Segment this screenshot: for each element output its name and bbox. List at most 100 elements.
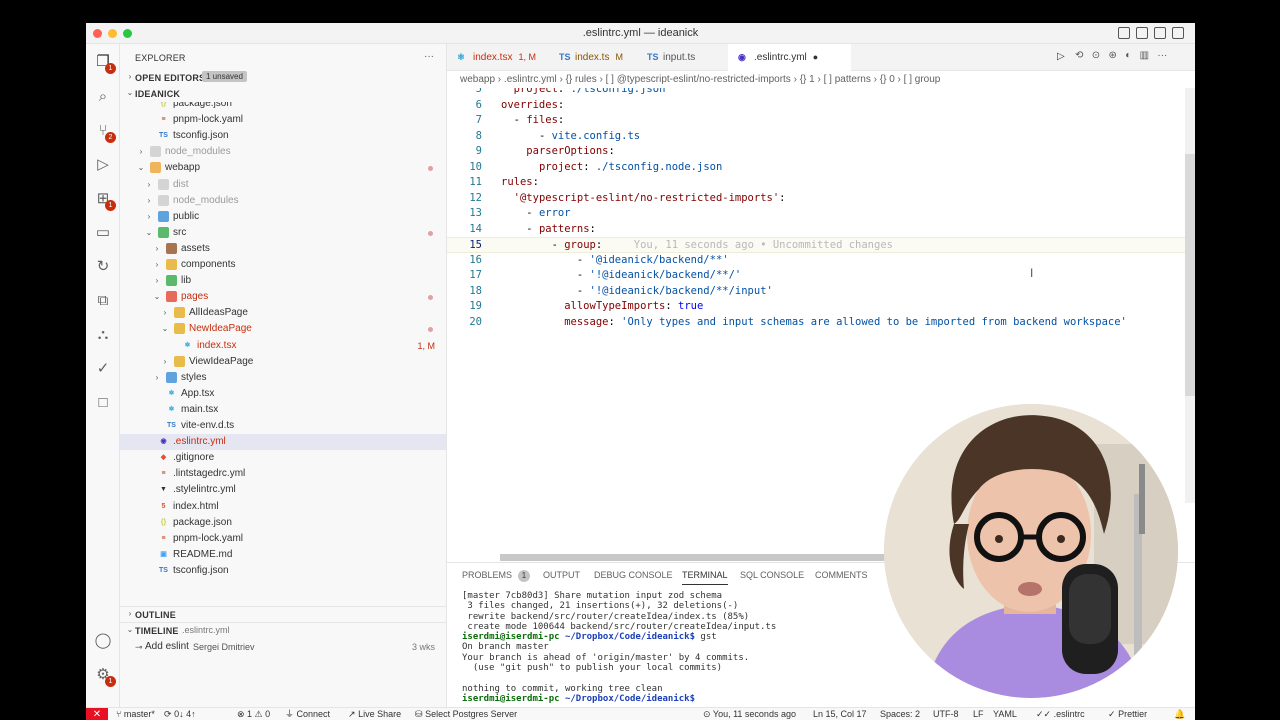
code-line[interactable]: 7 - files: — [447, 113, 1195, 129]
cursor-position[interactable]: Ln 15, Col 17 — [813, 708, 867, 720]
more-actions-icon[interactable]: ··· — [1157, 50, 1167, 61]
docker-icon[interactable]: ⧉ — [94, 292, 112, 310]
code-line[interactable]: 6 overrides: — [447, 98, 1195, 114]
tree-item[interactable]: ≡ pnpm-lock.yaml — [120, 112, 446, 128]
code-line[interactable]: 19 allowTypeImports: true — [447, 299, 1195, 315]
open-editors-header[interactable]: › OPEN EDITORS 1 unsaved — [120, 70, 446, 86]
tree-item[interactable]: › node_modules — [120, 144, 446, 160]
remote-explorer-icon[interactable]: ▭ — [94, 224, 112, 242]
scrollbar-thumb[interactable] — [1185, 154, 1195, 396]
outline-header[interactable]: › OUTLINE — [120, 606, 446, 622]
horizontal-scrollbar[interactable] — [500, 554, 885, 561]
run-icon[interactable]: ▷ — [1057, 51, 1065, 62]
editor-tab[interactable]: TS index.ts M — [549, 44, 637, 71]
editor-scrollbar[interactable] — [1185, 88, 1195, 503]
timeline-header[interactable]: ⌄ TIMELINE .eslintrc.yml — [120, 622, 446, 638]
explorer-more-button[interactable]: ··· — [424, 51, 434, 62]
notifications-icon[interactable]: 🔔 — [1174, 708, 1185, 720]
code-line[interactable]: 5 project: ./tsconfig.json — [447, 88, 1195, 98]
blame-status[interactable]: ⊙ You, 11 seconds ago — [703, 708, 796, 720]
encoding-status[interactable]: UTF-8 — [933, 708, 959, 720]
compare-icon[interactable]: ◐ — [1125, 50, 1131, 61]
tree-item[interactable]: › ViewIdeaPage — [120, 354, 446, 370]
gitlens-action-icon[interactable]: ⊛ — [1108, 50, 1116, 61]
tab-terminal[interactable]: TERMINAL — [682, 570, 728, 585]
tree-item[interactable]: TS tsconfig.json — [120, 563, 446, 579]
code-line[interactable]: 18 - '!@ideanick/backend/**/input' — [447, 284, 1195, 300]
toggle-sidebar-icon[interactable] — [1118, 27, 1130, 39]
tree-item[interactable]: ⌄ webapp — [120, 160, 446, 176]
tree-item[interactable]: › assets — [120, 241, 446, 257]
eslint-status[interactable]: ✓✓ .eslintrc — [1036, 708, 1085, 720]
chevron-down-icon[interactable]: ⌄ — [152, 289, 162, 305]
tree-item[interactable]: ⚛ index.tsx 1, M — [120, 338, 446, 354]
extensions-icon[interactable]: ⊞ 1 — [94, 190, 116, 211]
search-icon[interactable]: ⌕ — [94, 88, 112, 106]
tree-item[interactable]: › node_modules — [120, 193, 446, 209]
explorer-icon[interactable]: ❐ 1 — [94, 53, 116, 74]
tree-item[interactable]: › components — [120, 257, 446, 273]
tree-item[interactable]: › lib — [120, 273, 446, 289]
code-line[interactable]: 13 - error — [447, 206, 1195, 222]
breadcrumb[interactable]: webapp › .eslintrc.yml › {} rules › [ ] … — [460, 72, 940, 88]
tree-item[interactable]: {} package.json — [120, 515, 446, 531]
code-line[interactable]: 9 parserOptions: — [447, 144, 1195, 160]
chevron-right-icon[interactable]: › — [136, 144, 146, 160]
tree-item[interactable]: ⌄ NewIdeaPage — [120, 321, 446, 337]
prettier-status[interactable]: ✓ Prettier — [1108, 708, 1147, 720]
indentation-status[interactable]: Spaces: 2 — [880, 708, 920, 720]
connect-status[interactable]: ⏚ Connect — [285, 708, 330, 720]
code-line[interactable]: 15 - group: You, 11 seconds ago • Uncomm… — [447, 237, 1195, 253]
tab-problems[interactable]: PROBLEMS 1 — [462, 570, 531, 582]
chevron-down-icon[interactable]: ⌄ — [144, 225, 154, 241]
terminal-output[interactable]: [master 7cb80d3] Share mutation input zo… — [462, 591, 776, 704]
chevron-right-icon[interactable]: › — [152, 241, 162, 257]
timeline-entry[interactable]: ⊸ Add eslint Sergei Dmitriev 3 wks — [120, 639, 446, 655]
tree-item[interactable]: › AllIdeasPage — [120, 305, 446, 321]
gitlens-icon[interactable]: ⛬ — [94, 326, 112, 344]
customize-layout-icon[interactable] — [1172, 27, 1184, 39]
liveshare-status[interactable]: ↗ Live Share — [348, 708, 401, 720]
tree-item[interactable]: ⌄ pages — [120, 289, 446, 305]
project-root-header[interactable]: ⌄ IDEANICK — [120, 86, 446, 102]
tree-item[interactable]: TS vite-env.d.ts — [120, 418, 446, 434]
problems-status[interactable]: ⊗ 1 ⚠ 0 — [237, 708, 270, 720]
tree-item[interactable]: ⌄ src — [120, 225, 446, 241]
branch-status[interactable]: ⑂ master* — [116, 708, 155, 720]
source-control-icon[interactable]: ⑂ 2 — [94, 122, 116, 143]
live-share-icon[interactable]: ↻ — [94, 258, 112, 276]
tree-item[interactable]: › dist — [120, 177, 446, 193]
tree-item[interactable]: ≡ pnpm-lock.yaml — [120, 531, 446, 547]
tree-item[interactable]: ⚛ App.tsx — [120, 386, 446, 402]
tab-comments[interactable]: COMMENTS — [815, 570, 868, 580]
accounts-icon[interactable]: ◯ — [94, 632, 112, 650]
chevron-right-icon[interactable]: › — [160, 354, 170, 370]
language-status[interactable]: YAML — [993, 708, 1017, 720]
tab-sql-console[interactable]: SQL CONSOLE — [740, 570, 804, 580]
code-line[interactable]: 10 project: ./tsconfig.node.json — [447, 160, 1195, 176]
chevron-right-icon[interactable]: › — [152, 370, 162, 386]
tree-item[interactable]: ▼ .stylelintrc.yml — [120, 482, 446, 498]
editor-tab[interactable]: ⚛ index.tsx 1, M — [447, 44, 549, 71]
chevron-down-icon[interactable]: ⌄ — [160, 321, 170, 337]
toggle-secondary-sidebar-icon[interactable] — [1154, 27, 1166, 39]
manage-gear-icon[interactable]: ⚙ 1 — [94, 666, 116, 687]
chevron-right-icon[interactable]: › — [144, 193, 154, 209]
go-back-icon[interactable]: ⟲ — [1075, 50, 1083, 61]
chevron-down-icon[interactable]: ⌄ — [136, 160, 146, 176]
tree-item[interactable]: ◆ .gitignore — [120, 450, 446, 466]
tree-item[interactable]: {} package.json — [120, 102, 446, 112]
code-line[interactable]: 11 rules: — [447, 175, 1195, 191]
toggle-panel-icon[interactable] — [1136, 27, 1148, 39]
tree-item[interactable]: › styles — [120, 370, 446, 386]
tab-output[interactable]: OUTPUT — [543, 570, 580, 580]
testing-icon[interactable]: ✓ — [94, 360, 112, 378]
editor-tab[interactable]: ◉ .eslintrc.yml ● — [728, 44, 851, 71]
open-changes-icon[interactable]: ⊙ — [1092, 50, 1100, 61]
code-line[interactable]: 8 - vite.config.ts — [447, 129, 1195, 145]
eol-status[interactable]: LF — [973, 708, 984, 720]
tab-debug-console[interactable]: DEBUG CONSOLE — [594, 570, 673, 580]
code-line[interactable]: 16 - '@ideanick/backend/**' — [447, 253, 1195, 269]
tree-item[interactable]: TS tsconfig.json — [120, 128, 446, 144]
tree-item[interactable]: ▣ README.md — [120, 547, 446, 563]
